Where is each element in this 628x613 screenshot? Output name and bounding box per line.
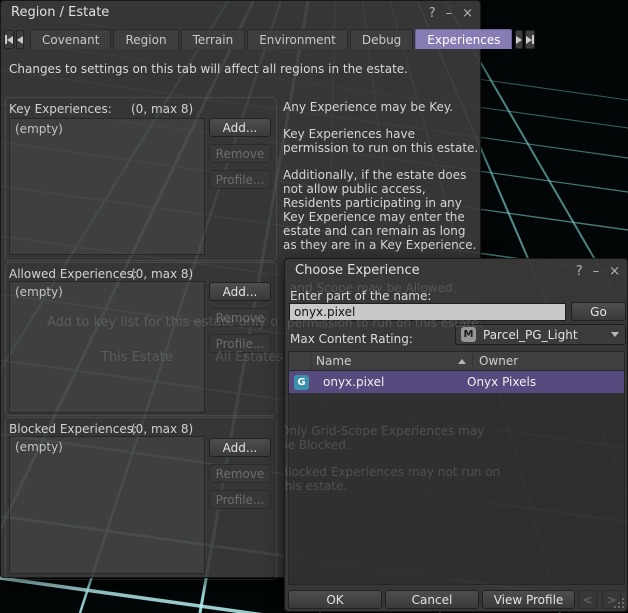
- experience-results-table: Name Owner G onyx.pixel Onyx Pixels: [288, 351, 625, 585]
- key-experiences-list[interactable]: (empty): [9, 118, 205, 255]
- key-remove-button[interactable]: Remove: [209, 144, 271, 163]
- skip-bar-icon: [532, 35, 535, 44]
- help-icon[interactable]: ?: [576, 265, 583, 278]
- arrow-left-icon: [7, 35, 13, 44]
- key-add-button[interactable]: Add...: [209, 118, 271, 137]
- resize-grip[interactable]: [612, 596, 624, 608]
- tab-scroll-first-button[interactable]: [4, 30, 14, 49]
- dialog-title: Choose Experience: [295, 263, 420, 278]
- allowed-profile-button[interactable]: Profile...: [209, 334, 271, 353]
- chevron-down-icon: [611, 332, 619, 337]
- allowed-add-button[interactable]: Add...: [209, 282, 271, 301]
- general-rating-icon: G: [294, 374, 309, 390]
- empty-list-text: (empty): [15, 440, 63, 454]
- help-paragraph: Key Experiences have permission to run o…: [283, 127, 479, 155]
- empty-list-text: (empty): [15, 122, 63, 136]
- blocked-experiences-count: (0, max 8): [131, 422, 194, 436]
- blocked-experiences-buttons: Add... Remove Profile...: [209, 438, 271, 509]
- arrow-right-icon: [516, 35, 523, 44]
- name-column-header[interactable]: Name: [311, 352, 473, 370]
- tab-info-text: Changes to settings on this tab will aff…: [9, 62, 408, 76]
- tab-scroll-last-button[interactable]: [525, 30, 536, 49]
- tab-region[interactable]: Region: [113, 29, 179, 49]
- view-profile-button[interactable]: View Profile: [482, 590, 575, 609]
- rating-selected-value: Parcel_PG_Light: [483, 327, 578, 342]
- moderate-rating-icon: M: [461, 327, 476, 342]
- tab-terrain[interactable]: Terrain: [180, 29, 246, 49]
- minimize-icon[interactable]: –: [593, 265, 600, 278]
- key-profile-button[interactable]: Profile...: [209, 170, 271, 189]
- allowed-experiences-list[interactable]: (empty): [9, 281, 205, 413]
- go-button[interactable]: Go: [571, 302, 626, 321]
- window-title: Region / Estate: [11, 5, 110, 20]
- experience-name-input[interactable]: [289, 303, 566, 321]
- help-paragraph: Any Experience may be Key.: [283, 100, 454, 114]
- experience-name-cell: onyx.pixel: [323, 375, 385, 389]
- allowed-experiences-count: (0, max 8): [131, 267, 194, 281]
- empty-list-text: (empty): [15, 285, 63, 299]
- owner-column-header[interactable]: Owner: [473, 352, 624, 370]
- dialog-titlebar[interactable]: Choose Experience ? – ×: [285, 259, 627, 283]
- key-experiences-label: Key Experiences:: [9, 102, 112, 116]
- icon-column-header[interactable]: [289, 352, 311, 370]
- allowed-experiences-label: Allowed Experiences:: [9, 267, 138, 281]
- max-content-rating-label: Max Content Rating:: [290, 332, 413, 346]
- choose-experience-dialog: Choose Experience ? – × and Scope may be…: [284, 258, 628, 612]
- blocked-add-button[interactable]: Add...: [209, 438, 271, 457]
- blocked-experiences-list[interactable]: (empty): [9, 436, 205, 574]
- cancel-button[interactable]: Cancel: [385, 590, 479, 609]
- sort-ascending-icon: [458, 358, 466, 364]
- ok-button[interactable]: OK: [288, 590, 382, 609]
- previous-page-button[interactable]: <: [578, 590, 597, 609]
- table-header: Name Owner: [289, 352, 624, 371]
- close-icon[interactable]: ×: [462, 7, 473, 20]
- blocked-profile-button[interactable]: Profile...: [209, 490, 271, 509]
- blocked-remove-button[interactable]: Remove: [209, 464, 271, 483]
- blocked-experiences-label: Blocked Experiences:: [9, 422, 138, 436]
- arrow-left-icon: [17, 35, 23, 44]
- tab-scroll-right-button[interactable]: [515, 30, 524, 49]
- name-search-label: Enter part of the name:: [290, 289, 432, 303]
- tab-environment[interactable]: Environment: [247, 29, 348, 49]
- key-experiences-buttons: Add... Remove Profile...: [209, 118, 271, 189]
- tab-scroll-left-button[interactable]: [16, 30, 24, 49]
- tab-debug[interactable]: Debug: [349, 29, 414, 49]
- tab-covenant[interactable]: Covenant: [30, 29, 112, 49]
- region-titlebar[interactable]: Region / Estate ? – ×: [1, 1, 480, 25]
- experience-owner-cell: Onyx Pixels: [467, 375, 537, 389]
- close-icon[interactable]: ×: [609, 265, 620, 278]
- tab-bar: Covenant Region Terrain Environment Debu…: [1, 27, 536, 49]
- tab-experiences[interactable]: Experiences: [415, 29, 513, 49]
- name-column-label: Name: [316, 354, 352, 368]
- table-row[interactable]: G onyx.pixel Onyx Pixels: [289, 371, 624, 393]
- help-paragraph: Additionally, if the estate does not all…: [283, 168, 477, 252]
- content-rating-dropdown[interactable]: M Parcel_PG_Light: [455, 324, 626, 345]
- key-experiences-help-text: Any Experience may be Key. Key Experienc…: [283, 100, 480, 265]
- key-experiences-count: (0, max 8): [131, 102, 194, 116]
- help-icon[interactable]: ?: [429, 7, 436, 20]
- minimize-icon[interactable]: –: [446, 7, 453, 20]
- ghost-confirm-prompt: Add to key list for this estate only or …: [47, 315, 277, 330]
